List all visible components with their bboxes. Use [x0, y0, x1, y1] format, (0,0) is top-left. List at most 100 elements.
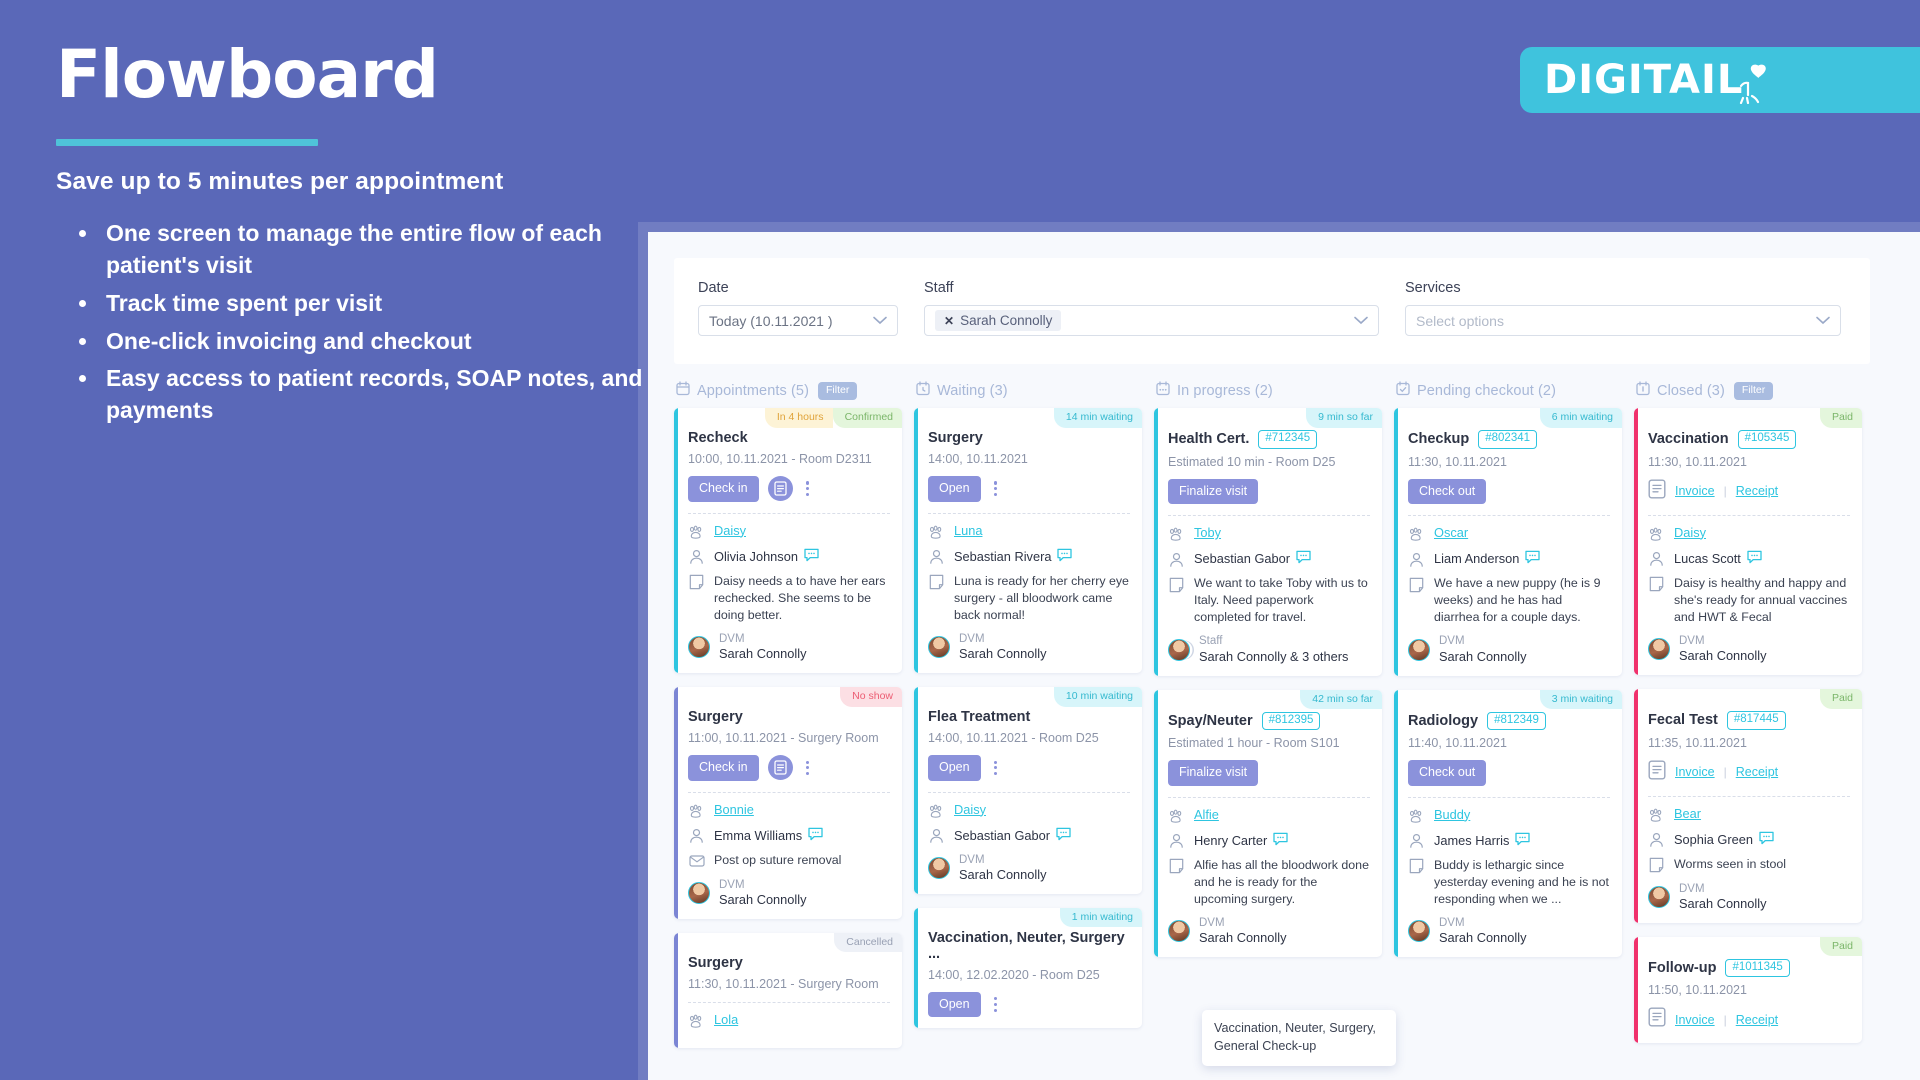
pet-name-link[interactable]: Lola [714, 1012, 738, 1027]
note-text: We have a new puppy (he is 9 weeks) and … [1434, 576, 1601, 625]
more-options-icon[interactable] [990, 995, 1001, 1014]
card-action-button[interactable]: Open [928, 476, 981, 502]
card-title: Health Cert. [1168, 431, 1250, 448]
invoice-link[interactable]: Invoice [1675, 765, 1715, 779]
card-title: Vaccination, Neuter, Surgery ... [928, 929, 1125, 962]
card-actions: Check in [688, 476, 890, 502]
column-filter-button[interactable]: Filter [818, 382, 858, 400]
card-action-button[interactable]: Check out [1408, 478, 1487, 504]
column-header-in-progress: In progress (2) [1154, 374, 1394, 408]
avatar [1648, 886, 1670, 909]
appointment-card[interactable]: No show Surgery 11:00, 10.11.2021 - Surger… [674, 687, 902, 919]
services-multiselect[interactable]: Select options [1405, 305, 1841, 336]
card-status-spine [1394, 408, 1398, 676]
card-title-row: Surgery [688, 709, 890, 725]
staff-chip[interactable]: ✕ Sarah Connolly [935, 310, 1062, 331]
pet-name-link[interactable]: Bear [1674, 806, 1701, 821]
more-options-icon[interactable] [990, 759, 1001, 778]
pet-name-link[interactable]: Toby [1194, 525, 1221, 540]
more-options-icon[interactable] [802, 759, 813, 778]
note-row: Luna is ready for her cherry eye surgery… [928, 573, 1130, 624]
chat-icon[interactable] [804, 548, 819, 565]
pet-name-link[interactable]: Oscar [1434, 525, 1468, 540]
person-icon [688, 828, 705, 845]
card-title: Surgery [928, 430, 983, 446]
status-badge: 1 min waiting [1059, 907, 1142, 928]
visit-id-badge: #712345 [1258, 430, 1318, 449]
receipt-link[interactable]: Receipt [1736, 765, 1778, 779]
avatar [928, 636, 950, 659]
appointment-card[interactable]: 6 min waiting Checkup #802341 11:30, 10.11.… [1394, 408, 1622, 676]
paw-icon [688, 803, 705, 820]
card-action-button[interactable]: Check in [688, 755, 759, 781]
card-divider [1168, 515, 1370, 516]
staff-role: DVM [719, 878, 745, 891]
invoice-link[interactable]: Invoice [1675, 484, 1715, 498]
pet-name-link[interactable]: Alfie [1194, 807, 1219, 822]
staff-multiselect[interactable]: ✕ Sarah Connolly [924, 305, 1379, 336]
owner-row: Emma Williams [688, 827, 890, 845]
appointment-card[interactable]: Paid Fecal Test #817445 11:35, 10.11.2021 In… [1634, 689, 1862, 923]
chat-icon[interactable] [1057, 548, 1073, 565]
appointment-card[interactable]: 3 min waiting Radiology #812349 11:40, 10.1… [1394, 689, 1622, 958]
appointment-card[interactable]: 1 min waiting Vaccination, Neuter, Surger… [914, 907, 1142, 1029]
invoice-icon [1648, 1007, 1666, 1032]
document-icon[interactable] [767, 755, 793, 781]
note-text: Luna is ready for her cherry eye surgery… [954, 573, 1129, 622]
document-icon[interactable] [767, 476, 793, 502]
appointment-card[interactable]: Paid Follow-up #1011345 11:50, 10.11.2021 In… [1634, 936, 1862, 1044]
note-text: Daisy needs a to have her ears rechecked… [714, 573, 886, 622]
card-action-button[interactable]: Open [928, 755, 981, 781]
status-badge: 14 min waiting [1053, 408, 1142, 428]
pet-name-link[interactable]: Bonnie [714, 802, 754, 817]
appointment-card[interactable]: 42 min so far Spay/Neuter #812395 Estimated… [1154, 689, 1382, 958]
appointment-card[interactable]: 9 min so far Health Cert. #712345 Estimated… [1154, 408, 1382, 676]
card-title-row: Recheck [688, 430, 890, 446]
chat-icon[interactable] [1747, 550, 1762, 567]
chat-icon[interactable] [1296, 550, 1311, 567]
appointment-card[interactable]: 10 min waiting Flea Treatment 14:00, 10.11… [914, 687, 1142, 894]
pet-name-link[interactable]: Daisy [714, 523, 746, 538]
card-title: Surgery [688, 709, 743, 726]
column-title: Closed (3) [1657, 383, 1725, 399]
card-badges: Paid [1819, 936, 1862, 957]
pet-row: Daisy [688, 523, 890, 541]
appointment-card[interactable]: In 4 hours Confirmed Recheck 10:00, 10.11.2… [674, 408, 902, 674]
appointment-card[interactable]: 14 min waiting Surgery 14:00, 10.11.2021 Op… [914, 408, 1142, 674]
date-select[interactable]: Today (10.11.2021 ) [698, 305, 898, 336]
remove-chip-icon[interactable]: ✕ [944, 314, 954, 328]
chat-icon[interactable] [1525, 550, 1541, 567]
staff-row: DVM Sarah Connolly [928, 854, 1130, 883]
card-badges: Paid [1819, 408, 1862, 428]
receipt-link[interactable]: Receipt [1736, 1013, 1778, 1027]
chat-icon[interactable] [1273, 832, 1288, 849]
card-title-row: Follow-up #1011345 [1648, 958, 1850, 978]
date-filter-group: Date Today (10.11.2021 ) [698, 280, 898, 336]
invoice-link[interactable]: Invoice [1675, 1013, 1715, 1027]
chat-icon[interactable] [808, 827, 823, 844]
pet-name-link[interactable]: Buddy [1434, 807, 1470, 822]
paw-icon [688, 524, 705, 541]
chat-icon[interactable] [1515, 832, 1531, 849]
staff-filter-label: Staff [924, 280, 954, 296]
column-waiting: Waiting (3) 14 min waiting Surgery 14:00, 1… [914, 374, 1154, 1080]
receipt-link[interactable]: Receipt [1736, 484, 1778, 498]
card-action-button[interactable]: Finalize visit [1168, 760, 1259, 786]
pet-name-link[interactable]: Daisy [1674, 525, 1706, 540]
column-filter-button[interactable]: Filter [1733, 382, 1774, 400]
more-options-icon[interactable] [990, 479, 1001, 498]
appointment-card[interactable]: Cancelled Surgery 11:30, 10.11.2021 - Surg… [674, 932, 902, 1048]
chat-icon[interactable] [1056, 827, 1071, 844]
pet-name-link[interactable]: Luna [954, 523, 982, 538]
card-meta: 11:30, 10.11.2021 [1408, 454, 1507, 469]
card-divider [928, 512, 1130, 514]
card-action-button[interactable]: Check in [688, 476, 759, 502]
card-title-row: Surgery [688, 955, 890, 971]
card-action-button[interactable]: Check out [1408, 760, 1487, 786]
card-action-button[interactable]: Finalize visit [1168, 478, 1259, 504]
card-action-button[interactable]: Open [928, 991, 981, 1018]
more-options-icon[interactable] [802, 479, 813, 498]
chat-icon[interactable] [1759, 831, 1774, 848]
pet-name-link[interactable]: Daisy [954, 802, 986, 817]
appointment-card[interactable]: Paid Vaccination #105345 11:30, 10.11.2021 I… [1634, 408, 1862, 676]
